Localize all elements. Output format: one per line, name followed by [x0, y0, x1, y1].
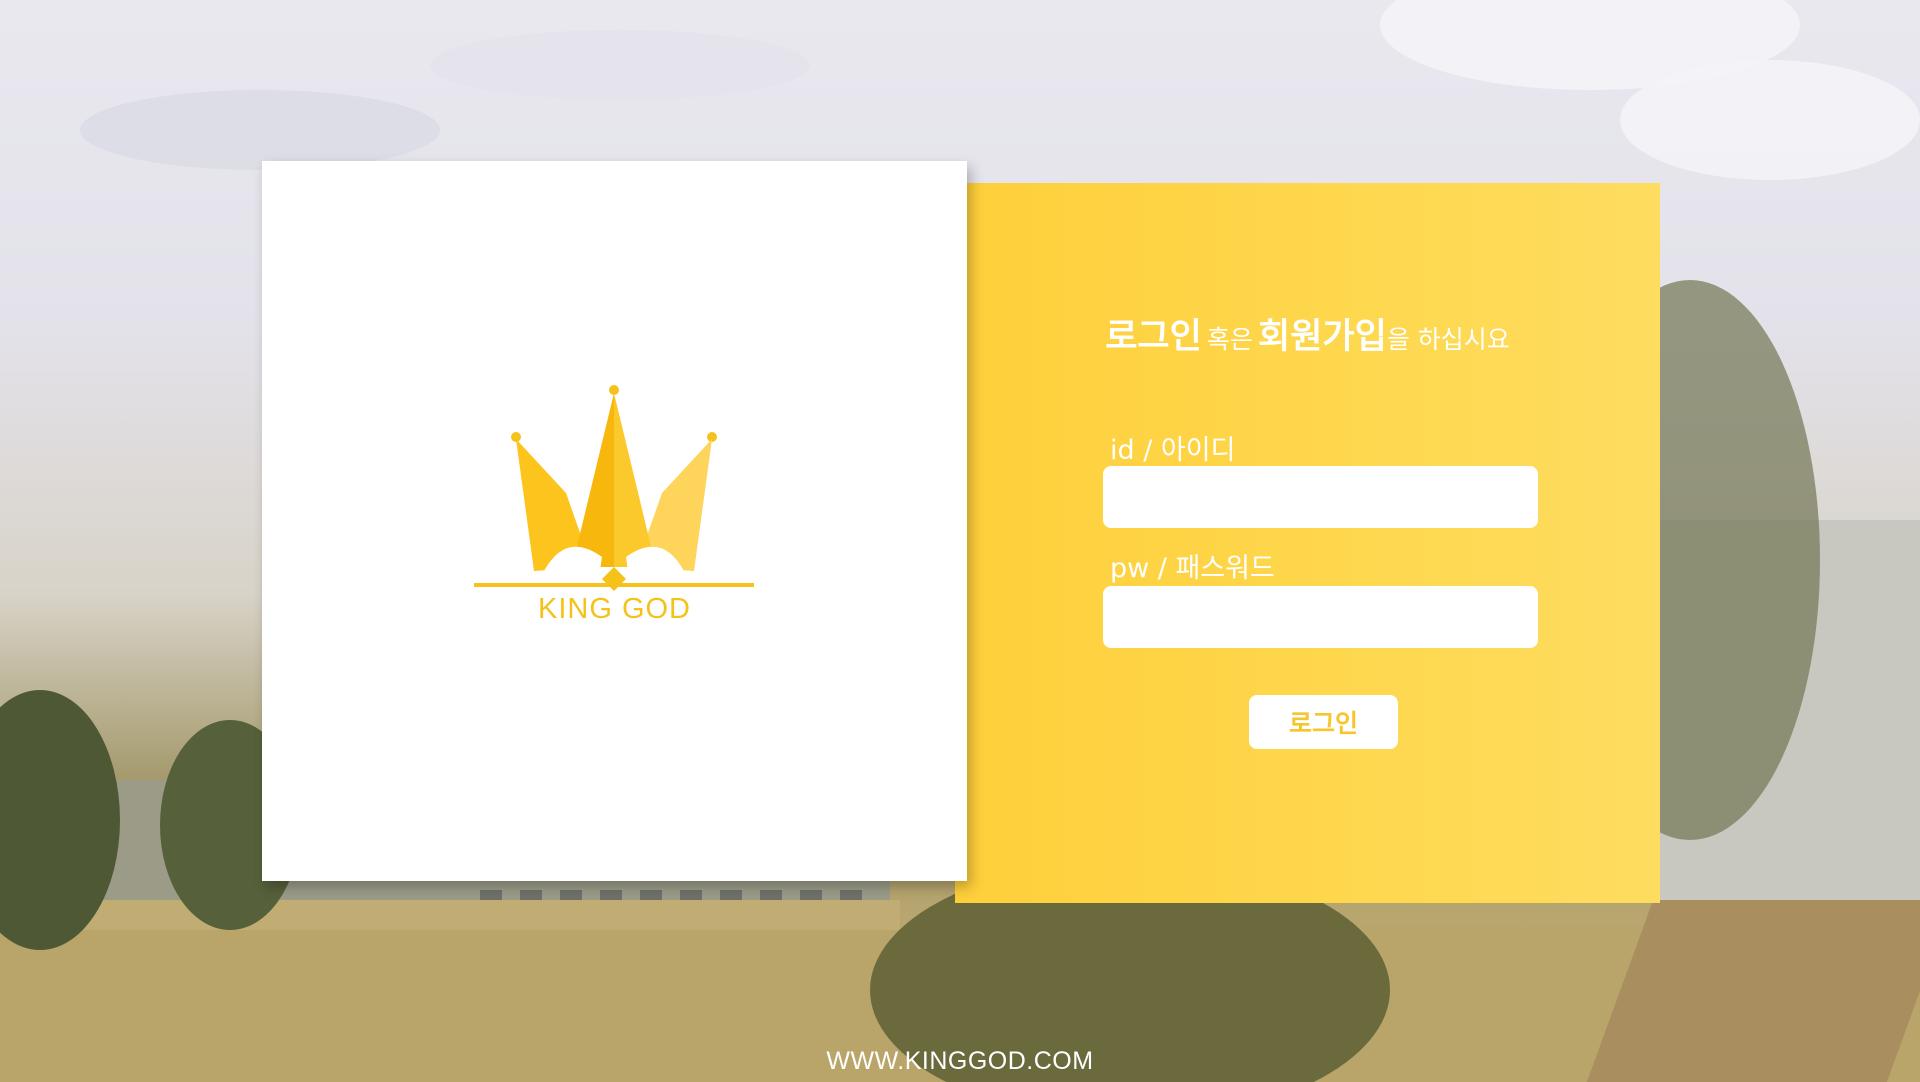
building-window [480, 890, 502, 900]
crown-icon [474, 385, 754, 591]
cloud [430, 30, 810, 100]
building-window [840, 890, 862, 900]
password-input[interactable] [1103, 586, 1538, 648]
id-input[interactable] [1103, 466, 1538, 528]
building-window [560, 890, 582, 900]
login-heading: 로그인 혹은 회원가입을 하십시요 [955, 308, 1660, 359]
building-window [760, 890, 782, 900]
cloud [80, 90, 440, 170]
login-panel: 로그인 혹은 회원가입을 하십시요 id / 아이디 pw / 패스워드 로그인 [955, 183, 1660, 903]
heading-login-word: 로그인 [1105, 317, 1202, 357]
cloud [1620, 60, 1920, 180]
login-button[interactable]: 로그인 [1249, 695, 1398, 749]
heading-signup-word: 회원가입 [1258, 317, 1387, 357]
logo-panel: KING GOD [262, 161, 967, 881]
brand-name: KING GOD [537, 593, 691, 625]
building-window [800, 890, 822, 900]
building-window [520, 890, 542, 900]
login-page: KING GOD 로그인 혹은 회원가입을 하십시요 id / 아이디 pw /… [0, 0, 1920, 1082]
building-window [640, 890, 662, 900]
building-window [720, 890, 742, 900]
heading-or-word: 혹은 [1206, 325, 1253, 354]
building-window [680, 890, 702, 900]
heading-suffix: 을 하십시요 [1386, 325, 1510, 354]
footer-url: WWW.KINGGOD.COM [826, 1047, 1094, 1075]
id-label: id / 아이디 [1110, 435, 1236, 466]
pw-label: pw / 패스워드 [1110, 553, 1275, 584]
building-window [600, 890, 622, 900]
